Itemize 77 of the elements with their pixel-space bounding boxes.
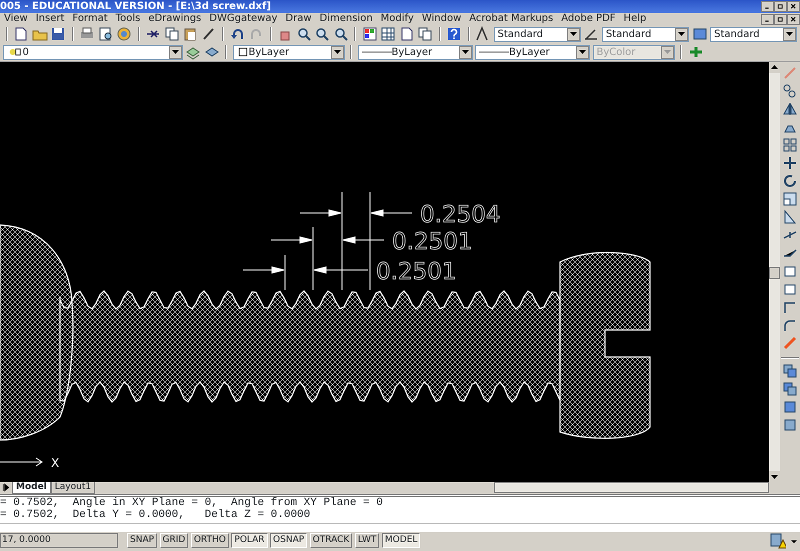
linetype-dropdown[interactable]: ByLayer (358, 44, 472, 60)
horizontal-scrollbar[interactable] (494, 482, 769, 493)
copy-icon[interactable] (164, 26, 180, 42)
menu-item[interactable]: Draw (281, 13, 316, 25)
close-button[interactable] (787, 1, 800, 12)
magnifier-icon[interactable] (314, 26, 330, 42)
table-style-dropdown[interactable]: Standard (710, 26, 798, 42)
command-history-line: = 0.7502, Delta Y = 0.0000, Delta Z = 0.0000 (0, 509, 312, 521)
save-icon[interactable] (50, 26, 66, 42)
status-toggle[interactable]: GRID (160, 533, 188, 548)
tab-nav-arrow-icon[interactable] (0, 482, 12, 493)
warning-tray-icon[interactable] (770, 532, 786, 548)
menu-item[interactable]: Window (418, 13, 466, 25)
vertical-scrollbar[interactable] (769, 62, 780, 482)
status-toggle[interactable]: OTRACK (310, 533, 352, 548)
dropdown-arrow-icon[interactable] (678, 32, 686, 36)
menu-item[interactable]: eDrawings (144, 13, 206, 25)
menu-item[interactable]: Tools (112, 13, 144, 25)
menu-item[interactable]: Acrobat Markups (465, 13, 558, 25)
status-toggle[interactable]: OSNAP (270, 533, 308, 548)
layout-tab[interactable]: Model (12, 482, 51, 494)
scrollbar-thumb[interactable] (769, 267, 780, 279)
lineweight-dropdown[interactable]: ByLayer (475, 44, 590, 60)
dropdown-arrow-icon[interactable] (570, 32, 577, 36)
text-style-dropdown[interactable]: Standard (494, 26, 581, 42)
dropdown-arrow-icon[interactable] (334, 50, 340, 54)
coordinates-display: 17, 0.0000 (0, 533, 118, 548)
menu-item[interactable]: Help (620, 13, 650, 25)
menu-item[interactable]: Insert (32, 13, 68, 25)
globe-icon[interactable] (116, 26, 132, 42)
grid-icon[interactable] (380, 26, 396, 42)
copy-icon[interactable] (417, 26, 433, 42)
close-button[interactable] (787, 14, 800, 24)
status-toggle[interactable]: SNAP (127, 533, 158, 548)
restore-button[interactable] (774, 14, 787, 24)
minimize-button[interactable] (761, 14, 774, 24)
preview-icon[interactable] (98, 26, 114, 42)
palette-icon[interactable] (362, 26, 378, 42)
magnifier-icon[interactable] (296, 26, 312, 42)
layer-dropdown[interactable]: 0 (2, 44, 182, 60)
status-toggle[interactable]: ORTHO (190, 533, 229, 548)
window-title: 005 - EDUCATIONAL VERSION - [E:\3d screw.dxf] (0, 0, 271, 13)
document-icon[interactable] (13, 26, 29, 42)
axis-label: X (51, 456, 60, 470)
menu-item[interactable]: View (0, 13, 32, 25)
minimize-button[interactable] (761, 1, 774, 12)
color-dropdown[interactable]: ByLayer (232, 44, 344, 60)
dropdown-arrow-icon[interactable] (172, 50, 178, 54)
dimension-value: 0.2501 (376, 259, 456, 285)
menu-item[interactable]: Adobe PDF (557, 13, 620, 25)
status-toggle[interactable]: LWT (354, 533, 380, 548)
menu-item[interactable]: Modify (376, 13, 418, 25)
document-icon[interactable] (398, 26, 414, 42)
status-toggle[interactable]: POLAR (231, 533, 268, 548)
menu-item[interactable]: DWGgateway (205, 13, 282, 25)
pin-icon[interactable] (688, 44, 704, 60)
menu-item[interactable]: Format (68, 13, 112, 25)
dimension-value: 0.2501 (392, 229, 472, 255)
brush-icon[interactable] (200, 26, 216, 42)
status-toggle[interactable]: MODEL (382, 533, 420, 548)
ucs-axis-icon (0, 458, 43, 466)
magnifier-icon[interactable] (332, 26, 348, 42)
table-style-icon[interactable] (692, 26, 708, 42)
restore-button[interactable] (774, 1, 787, 12)
paste-icon[interactable] (182, 26, 198, 42)
extension-line (284, 254, 286, 290)
dropdown-arrow-icon[interactable] (462, 50, 468, 54)
help-icon[interactable] (446, 26, 462, 42)
menu-item[interactable]: Dimension (316, 13, 377, 25)
dimension-style-dropdown[interactable]: Standard (602, 26, 690, 42)
dropdown-arrow-icon[interactable] (579, 50, 586, 54)
undo-arrow-icon[interactable] (230, 26, 246, 42)
color-swatch-icon[interactable] (236, 46, 248, 58)
command-history-line: = 0.7502, Angle in XY Plane = 0, Angle from XY Plane = 0 (0, 497, 384, 509)
dimension-value: 0.2504 (420, 202, 500, 228)
extension-line (312, 226, 314, 290)
dropdown-arrow-icon[interactable] (786, 32, 794, 36)
